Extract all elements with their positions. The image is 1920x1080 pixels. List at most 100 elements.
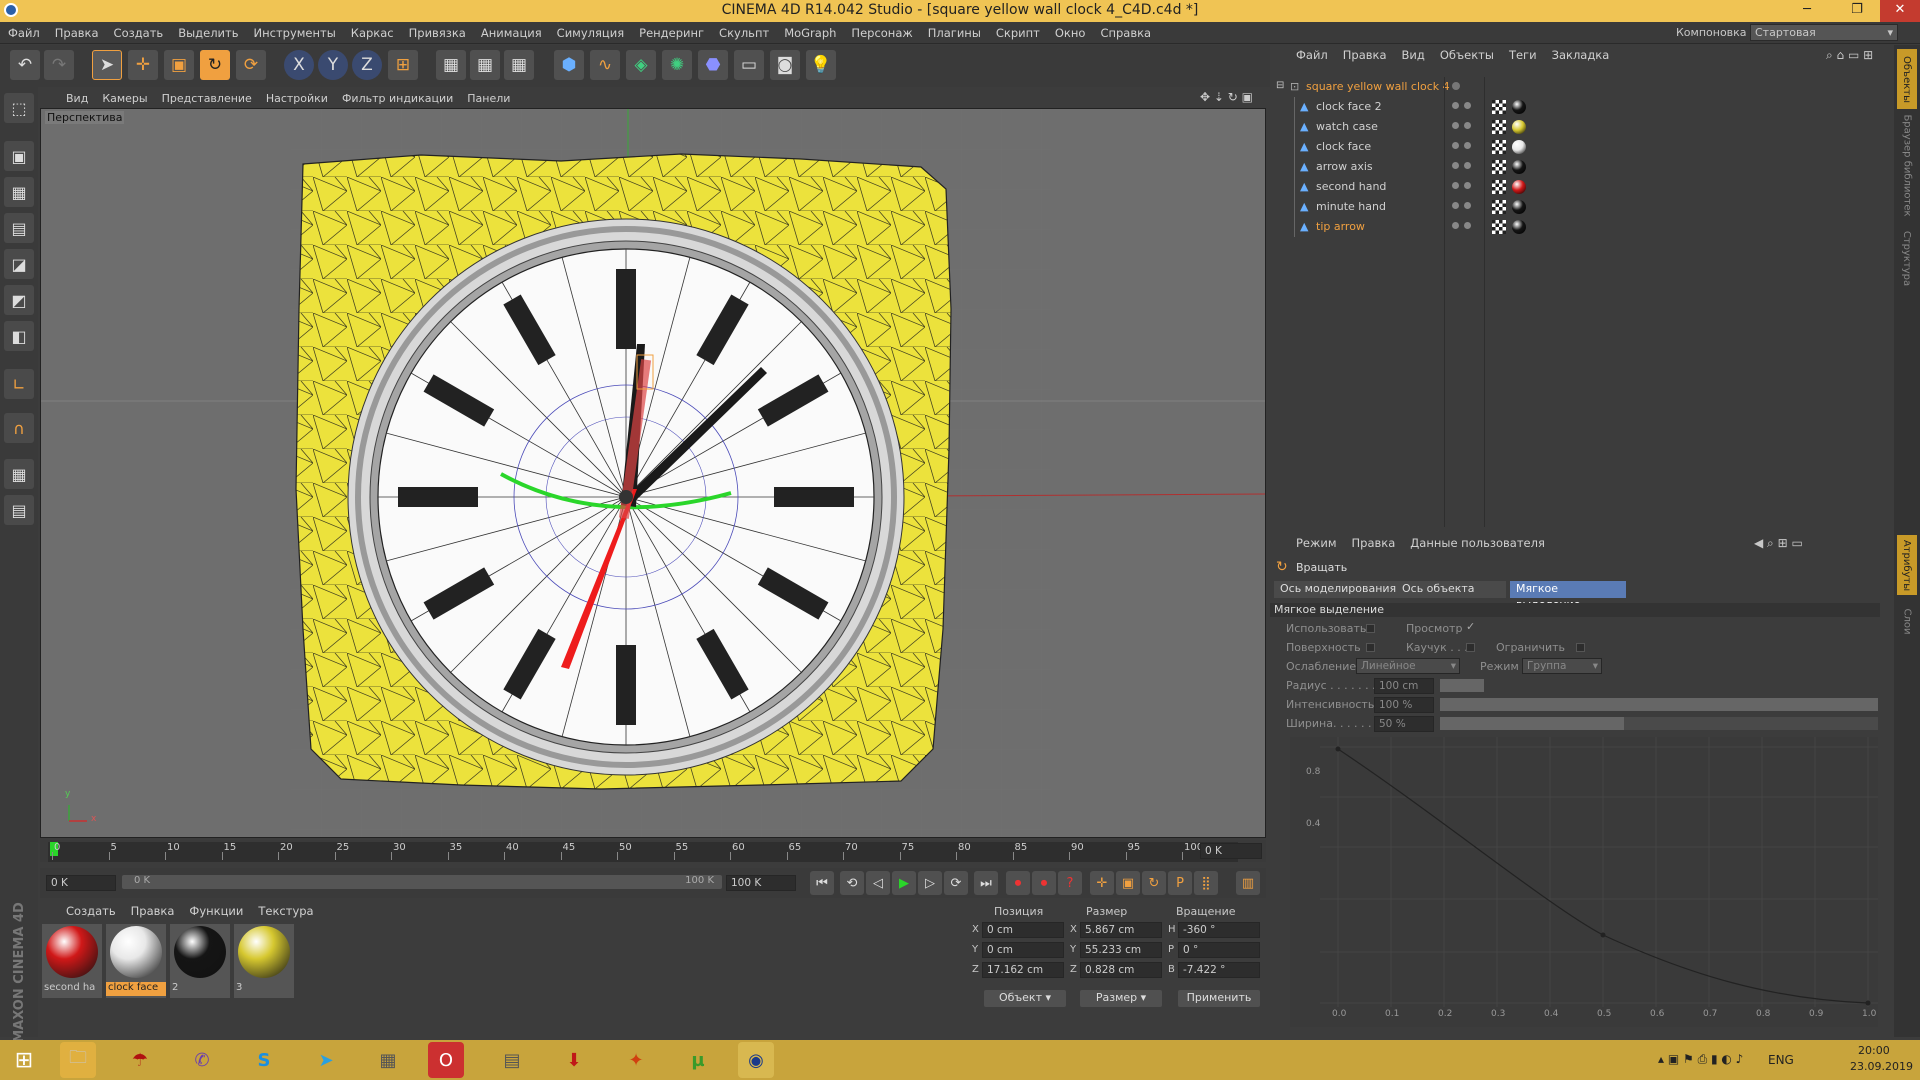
polygons-mode-button[interactable]: ◧ <box>4 321 34 351</box>
material-menu-edit[interactable]: Правка <box>131 904 175 918</box>
next-key-icon[interactable]: ⟳ <box>944 871 968 895</box>
menu-character[interactable]: Персонаж <box>851 26 912 40</box>
apply-button[interactable]: Применить <box>1178 990 1260 1007</box>
menu-tools[interactable]: Инструменты <box>254 26 336 40</box>
scale-tool-button[interactable]: ▣ <box>164 50 194 80</box>
recent-tool-button[interactable]: ⟳ <box>236 50 266 80</box>
material-tag-icon[interactable] <box>1512 180 1526 194</box>
editor-visibility-dot[interactable] <box>1452 182 1459 189</box>
obj-menu-objects[interactable]: Объекты <box>1440 48 1494 62</box>
utorrent-icon[interactable]: µ <box>680 1042 716 1078</box>
model-mode-button[interactable]: ▣ <box>4 141 34 171</box>
object-row[interactable]: ▲ tip arrow <box>1270 217 1892 237</box>
add-light-button[interactable]: 💡 <box>806 50 836 80</box>
menu-mograph[interactable]: MoGraph <box>784 26 836 40</box>
falloff-dropdown[interactable]: Линейное ▾ <box>1356 658 1460 674</box>
add-deformer-button[interactable]: ⬣ <box>698 50 728 80</box>
obj-menu-file[interactable]: Файл <box>1296 48 1328 62</box>
rotate-tool-button[interactable]: ↻ <box>200 50 230 80</box>
menu-animate[interactable]: Анимация <box>481 26 542 40</box>
skype-icon[interactable]: S <box>246 1042 282 1078</box>
render-visibility-dot[interactable] <box>1464 222 1471 229</box>
object-row[interactable]: ▲ clock face 2 <box>1270 97 1892 117</box>
key-pla-icon[interactable]: ⣿ <box>1194 871 1218 895</box>
calculator-icon[interactable]: ▤ <box>494 1042 530 1078</box>
locked-workplane-button[interactable]: ▤ <box>4 495 34 525</box>
select-tool-button[interactable]: ➤ <box>92 50 122 80</box>
position-field[interactable]: 0 cm <box>982 942 1064 958</box>
timeline-ruler[interactable]: 0 5 10 15 20 25 30 35 40 45 50 55 60 65 70 75 80 85 90 95 10… <box>40 840 1266 862</box>
y-axis-lock-button[interactable]: Y <box>318 50 348 80</box>
points-mode-button[interactable]: ◪ <box>4 249 34 279</box>
tab-soft-selection[interactable]: Мягкое выделение <box>1510 581 1626 611</box>
axis-mode-button[interactable]: ∟ <box>4 369 34 399</box>
visibility-dot[interactable] <box>1452 82 1460 90</box>
viewport-nav-icons[interactable]: ✥ ⇣ ↻ ▣ <box>1200 90 1253 104</box>
layout-dropdown[interactable]: Стартовая ▾ <box>1750 24 1898 41</box>
uvw-tag-icon[interactable] <box>1492 160 1506 174</box>
play-icon[interactable]: ▶ <box>892 871 916 895</box>
editor-visibility-dot[interactable] <box>1452 122 1459 129</box>
snap-button[interactable]: ∩ <box>4 413 34 443</box>
menu-mesh[interactable]: Каркас <box>351 26 394 40</box>
intensity-field[interactable]: 100 % <box>1374 697 1434 713</box>
editor-visibility-dot[interactable] <box>1452 162 1459 169</box>
object-row[interactable]: ▲ second hand <box>1270 177 1892 197</box>
material-swatch[interactable]: 2 <box>170 924 230 998</box>
prev-key-icon[interactable]: ⟲ <box>840 871 864 895</box>
expand-icon[interactable]: ⊟ <box>1276 80 1284 91</box>
radius-slider[interactable] <box>1440 679 1484 692</box>
timeline-window-icon[interactable]: ▥ <box>1236 871 1260 895</box>
render-visibility-dot[interactable] <box>1464 122 1471 129</box>
attr-menu-userdata[interactable]: Данные пользователя <box>1410 536 1545 550</box>
obj-menu-tags[interactable]: Теги <box>1509 48 1537 62</box>
object-row[interactable]: ▲ arrow axis <box>1270 157 1892 177</box>
uvw-tag-icon[interactable] <box>1492 200 1506 214</box>
goto-end-icon[interactable]: ⏭ <box>974 871 998 895</box>
menu-simulate[interactable]: Симуляция <box>557 26 624 40</box>
workplane-mode-button[interactable]: ▤ <box>4 213 34 243</box>
app-icon-plugin[interactable]: ✦ <box>618 1042 654 1078</box>
rotation-field[interactable]: 0 ° <box>1178 942 1260 958</box>
editor-visibility-dot[interactable] <box>1452 202 1459 209</box>
render-visibility-dot[interactable] <box>1464 102 1471 109</box>
obj-menu-bookmarks[interactable]: Закладка <box>1552 48 1610 62</box>
prev-frame-icon[interactable]: ◁ <box>866 871 890 895</box>
material-swatch[interactable]: 3 <box>234 924 294 998</box>
menu-help[interactable]: Справка <box>1100 26 1151 40</box>
tab-modeling-axis[interactable]: Ось моделирования <box>1274 581 1403 598</box>
viewport-menu-panel[interactable]: Панели <box>467 92 510 105</box>
uvw-tag-icon[interactable] <box>1492 140 1506 154</box>
width-field[interactable]: 50 % <box>1374 716 1434 732</box>
menu-window[interactable]: Окно <box>1055 26 1086 40</box>
menu-select[interactable]: Выделить <box>178 26 238 40</box>
workplane-button[interactable]: ▦ <box>4 459 34 489</box>
z-axis-lock-button[interactable]: Z <box>352 50 382 80</box>
add-floor-button[interactable]: ▭ <box>734 50 764 80</box>
edges-mode-button[interactable]: ◩ <box>4 285 34 315</box>
uvw-tag-icon[interactable] <box>1492 220 1506 234</box>
viber-icon[interactable]: ✆ <box>184 1042 220 1078</box>
coord-mode-dropdown[interactable]: Объект ▾ <box>984 990 1066 1007</box>
viewport-menu-display[interactable]: Представление <box>162 92 252 105</box>
viewport-menu-view[interactable]: Вид <box>66 92 88 105</box>
next-frame-icon[interactable]: ▷ <box>918 871 942 895</box>
cinema4d-taskbar-icon[interactable]: ◉ <box>738 1042 774 1078</box>
add-array-button[interactable]: ✺ <box>662 50 692 80</box>
material-tag-icon[interactable] <box>1512 220 1526 234</box>
position-field[interactable]: 0 cm <box>982 922 1064 938</box>
key-scale-icon[interactable]: ▣ <box>1116 871 1140 895</box>
close-button[interactable]: ✕ <box>1880 0 1920 22</box>
mode-dropdown[interactable]: Группа ▾ <box>1522 658 1602 674</box>
tab-attributes[interactable]: Атрибуты <box>1897 535 1917 595</box>
key-rotation-icon[interactable]: ↻ <box>1142 871 1166 895</box>
uvw-tag-icon[interactable] <box>1492 180 1506 194</box>
object-row[interactable]: ▲ watch case <box>1270 117 1892 137</box>
autokey-icon[interactable]: ⏺ <box>1032 871 1056 895</box>
viewport-menu-filter[interactable]: Фильтр индикации <box>342 92 453 105</box>
material-swatch[interactable]: clock face <box>106 924 166 998</box>
obj-menu-edit[interactable]: Правка <box>1343 48 1387 62</box>
menu-script[interactable]: Скрипт <box>996 26 1040 40</box>
obj-toolbar-icons[interactable]: ⌕ ⌂ ▭ ⊞ <box>1826 48 1873 63</box>
material-tag-icon[interactable] <box>1512 100 1526 114</box>
